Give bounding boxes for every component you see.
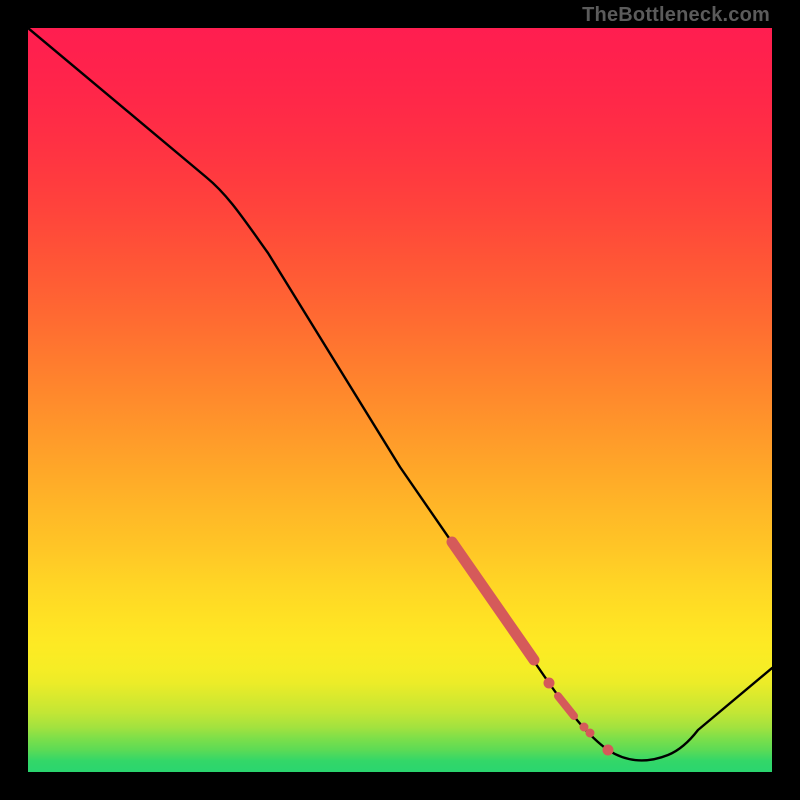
bottleneck-chart [28,28,772,772]
watermark-text: TheBottleneck.com [582,4,770,27]
gradient-background [28,28,772,772]
